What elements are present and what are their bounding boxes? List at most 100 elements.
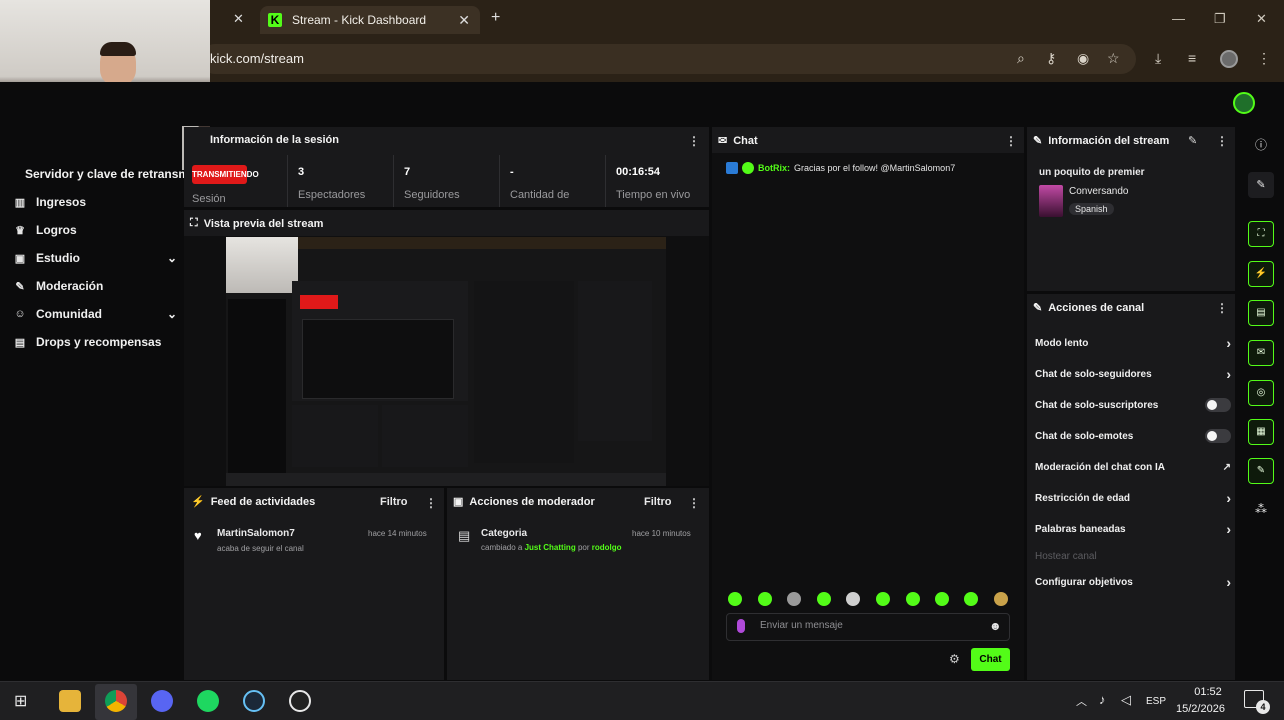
rail-document-icon[interactable]: ▤	[1248, 300, 1274, 326]
microphone-icon[interactable]: ♪	[1099, 692, 1106, 707]
emote-icon[interactable]	[906, 592, 920, 606]
rail-wrench-icon[interactable]: ✎	[1248, 458, 1274, 484]
chat-settings-gear-icon[interactable]: ⚙	[949, 652, 960, 666]
url-text[interactable]: kick.com/stream	[210, 51, 304, 66]
emote-icon[interactable]	[817, 592, 831, 606]
activity-menu-icon[interactable]: ⋮	[425, 496, 437, 510]
sidebar-item-comunidad[interactable]: ☺ Comunidad ⌄	[12, 303, 177, 325]
tab-close-icon[interactable]: ✕	[458, 12, 470, 29]
chrome-icon[interactable]	[105, 690, 127, 712]
chat-menu-icon[interactable]: ⋮	[1005, 134, 1017, 148]
steam-icon[interactable]	[243, 690, 265, 712]
zoom-icon[interactable]: ⌕	[1017, 50, 1025, 67]
action-slow-mode[interactable]: Modo lento ›	[1035, 333, 1231, 353]
emotes-only-toggle[interactable]	[1205, 429, 1231, 443]
followers-label: Seguidores	[404, 189, 460, 201]
stream-category[interactable]: Conversando	[1069, 186, 1128, 197]
emote-icon[interactable]	[787, 592, 801, 606]
windows-start-icon[interactable]: ⊞	[14, 691, 27, 711]
emote-icon[interactable]	[964, 592, 978, 606]
sidebar-item-stream-server[interactable]: Servidor y clave de retransm	[25, 167, 189, 181]
spotify-icon[interactable]	[197, 690, 219, 712]
stream-info-menu-icon[interactable]: ⋮	[1216, 134, 1228, 148]
emote-icon[interactable]	[994, 592, 1008, 606]
mod-actions-panel	[447, 488, 709, 680]
rail-lightning-icon[interactable]: ⚡	[1248, 261, 1274, 287]
chat-input-placeholder: Enviar un mensaje	[760, 620, 843, 631]
live-status-badge: TRANSMITIENDO	[192, 165, 259, 184]
password-key-icon[interactable]: ⚷	[1046, 50, 1056, 67]
stream-preview-video[interactable]	[226, 237, 666, 486]
previous-tab-close-icon[interactable]: ✕	[233, 11, 244, 27]
rail-layout-icon[interactable]: ▦	[1248, 419, 1274, 445]
emote-icon[interactable]	[728, 592, 742, 606]
info-icon[interactable]: ⓘ	[1252, 136, 1270, 154]
activity-filter-button[interactable]: Filtro	[380, 496, 408, 508]
rail-broadcast-icon[interactable]: ◎	[1248, 380, 1274, 406]
category-link[interactable]: Just Chatting	[525, 543, 576, 552]
emoji-icon[interactable]: ☻	[989, 619, 1002, 633]
rail-chat-icon[interactable]: ✉	[1248, 340, 1274, 366]
mod-user-link[interactable]: rodolgo	[592, 543, 622, 552]
discord-icon[interactable]	[151, 690, 173, 712]
kick-top-bar	[0, 82, 1284, 126]
chat-message-user[interactable]: BotRix:	[758, 163, 790, 173]
bookmark-star-icon[interactable]: ☆	[1107, 50, 1120, 67]
mic-icon[interactable]	[737, 619, 745, 633]
channel-actions-menu-icon[interactable]: ⋮	[1216, 301, 1228, 315]
browser-tab-active[interactable]: K Stream - Kick Dashboard ✕	[260, 6, 480, 34]
profile-avatar[interactable]	[1220, 50, 1238, 68]
chat-send-button[interactable]: Chat	[971, 648, 1010, 671]
eye-off-icon[interactable]: ◉	[1077, 50, 1089, 67]
maximize-icon[interactable]: ❐	[1214, 11, 1226, 27]
volume-icon[interactable]: ◁	[1121, 692, 1131, 708]
media-queue-icon[interactable]: ≡	[1188, 50, 1196, 66]
activity-user[interactable]: MartinSalomon7	[217, 528, 295, 539]
stat-divider	[499, 155, 500, 207]
download-icon[interactable]: ⤓	[1155, 50, 1161, 67]
edit-icon[interactable]: ✎	[1248, 172, 1274, 198]
emote-icon[interactable]	[935, 592, 949, 606]
emote-icon[interactable]	[876, 592, 890, 606]
window-close-icon[interactable]: ✕	[1256, 11, 1267, 27]
chat-header	[712, 127, 1024, 153]
preview-webcam	[226, 237, 298, 293]
sidebar-item-moderacion[interactable]: ✎ Moderación	[12, 275, 177, 297]
clock-date[interactable]: 15/2/2026	[1176, 703, 1225, 715]
sidebar-item-drops[interactable]: ▤ Drops y recompensas	[12, 331, 177, 353]
session-menu-icon[interactable]: ⋮	[688, 134, 700, 148]
preview-feed	[292, 405, 378, 467]
viewers-value: 3	[298, 166, 305, 178]
sidebar-item-logros[interactable]: ♛ Logros	[12, 219, 177, 241]
minimize-icon[interactable]: —	[1172, 11, 1185, 26]
emote-icon[interactable]	[758, 592, 772, 606]
verified-badge-icon	[742, 162, 754, 174]
preview-taskbar	[226, 473, 666, 486]
action-ai-moderation[interactable]: Moderación del chat con IA ↗	[1035, 457, 1231, 477]
browser-menu-icon[interactable]: ⋮	[1257, 50, 1271, 67]
subscribers-only-toggle[interactable]	[1205, 398, 1231, 412]
sidebar-item-estudio[interactable]: ▣ Estudio ⌄	[12, 247, 177, 269]
new-tab-button[interactable]: +	[491, 9, 500, 27]
emote-icon[interactable]	[846, 592, 860, 606]
action-banned-words[interactable]: Palabras baneadas ›	[1035, 519, 1231, 539]
action-age-restriction[interactable]: Restricción de edad ›	[1035, 488, 1231, 508]
edit-pencil-icon[interactable]: ✎	[1188, 134, 1197, 147]
mod-item-title: Categoria	[481, 528, 528, 539]
address-bar[interactable]	[200, 44, 1136, 74]
input-language[interactable]: ESP	[1146, 696, 1166, 707]
rail-preview-icon[interactable]: ⛶	[1248, 221, 1274, 247]
mod-filter-button[interactable]: Filtro	[644, 496, 672, 508]
rail-shapes-icon[interactable]: ⁂	[1252, 502, 1270, 520]
user-avatar[interactable]	[1233, 92, 1255, 114]
tray-chevron-up-icon[interactable]: ︿	[1076, 693, 1087, 709]
sidebar-item-ingresos[interactable]: ▥ Ingresos	[12, 191, 177, 213]
action-followers-only[interactable]: Chat de solo-seguidores ›	[1035, 364, 1231, 384]
file-explorer-icon[interactable]	[59, 690, 81, 712]
mod-menu-icon[interactable]: ⋮	[688, 496, 700, 510]
action-configure-goals[interactable]: Configurar objetivos ›	[1035, 572, 1231, 592]
obs-icon[interactable]	[289, 690, 311, 712]
chevron-down-icon: ⌄	[166, 251, 177, 265]
clock-time[interactable]: 01:52	[1190, 686, 1226, 698]
chevron-right-icon: ›	[1226, 574, 1231, 590]
